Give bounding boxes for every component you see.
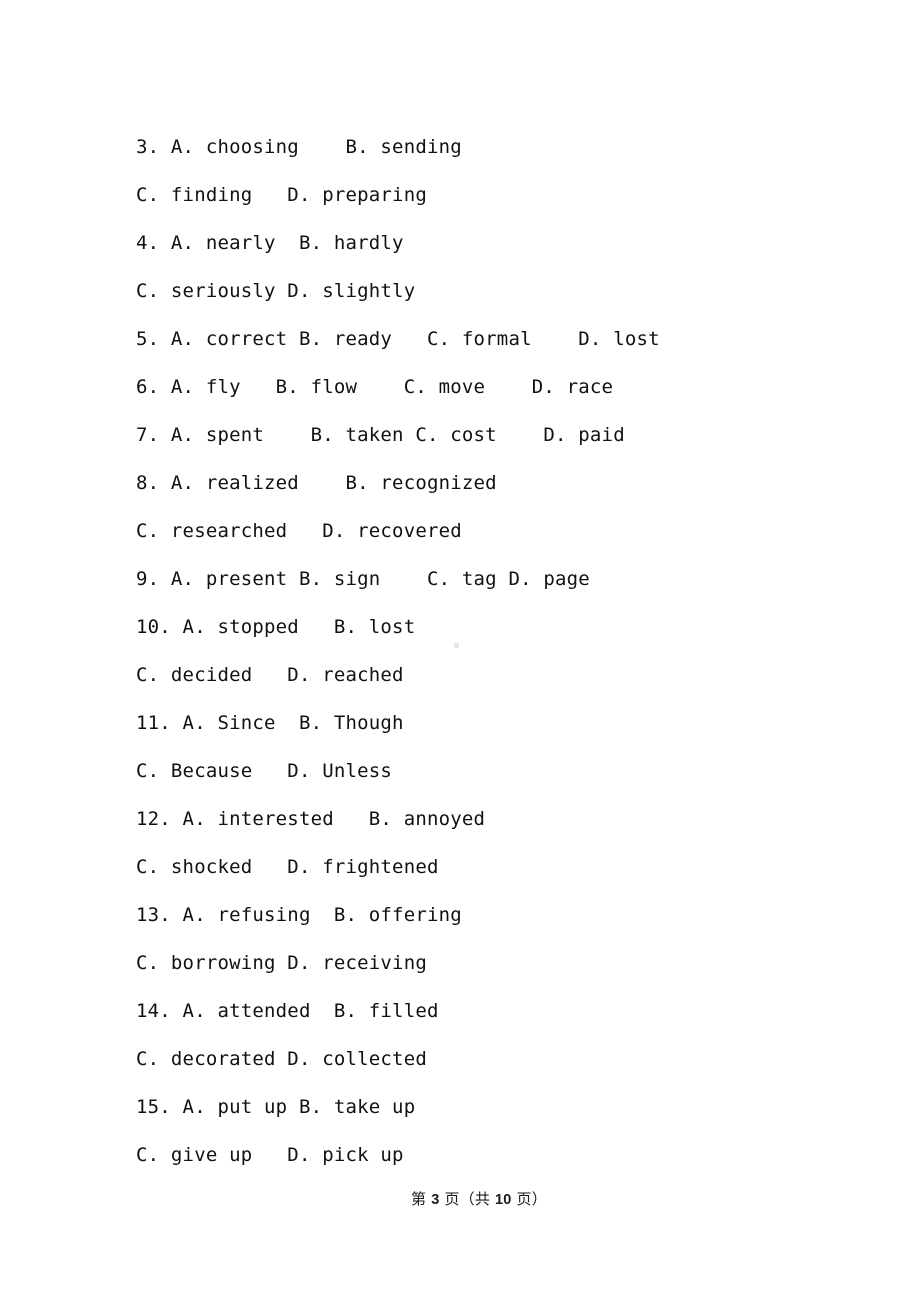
page-footer: 第 3 页（共 10 页）: [0, 1188, 920, 1209]
option-line-text: 6. A. fly B. flow C. move D. race: [136, 376, 614, 398]
footer-middle-text: 页（共: [439, 1190, 496, 1208]
option-line-text: 7. A. spent B. taken C. cost D. paid: [136, 424, 625, 446]
footer-prefix-text: 第: [411, 1190, 432, 1208]
option-line-text: 5. A. correct B. ready C. formal D. lost: [136, 328, 660, 350]
option-line-text: 14. A. attended B. filled: [136, 1000, 439, 1022]
option-line: C. seriously D. slightly: [136, 266, 836, 314]
option-line: 14. A. attended B. filled: [136, 986, 836, 1034]
option-line: C. shocked D. frightened: [136, 842, 836, 890]
option-line-text: 10. A. stopped B. lost: [136, 616, 416, 638]
document-page: 3. A. choosing B. sending C. finding D. …: [0, 0, 920, 1302]
option-line: 6. A. fly B. flow C. move D. race: [136, 362, 836, 410]
option-line-text: C. decorated D. collected: [136, 1048, 427, 1070]
footer-total-pages: 10: [495, 1192, 512, 1208]
scan-speck-artifact: [454, 643, 459, 648]
option-line-text: C. shocked D. frightened: [136, 856, 439, 878]
option-line: 4. A. nearly B. hardly: [136, 218, 836, 266]
option-line-text: C. Because D. Unless: [136, 760, 393, 782]
option-line-text: 9. A. present B. sign C. tag D. page: [136, 568, 590, 590]
option-line: 7. A. spent B. taken C. cost D. paid: [136, 410, 836, 458]
option-line: C. decorated D. collected: [136, 1034, 836, 1082]
option-line-text: C. give up D. pick up: [136, 1144, 404, 1166]
footer-suffix-text: 页）: [511, 1190, 547, 1208]
option-line: 5. A. correct B. ready C. formal D. lost: [136, 314, 836, 362]
option-line: C. borrowing D. receiving: [136, 938, 836, 986]
option-line-text: C. researched D. recovered: [136, 520, 462, 542]
option-line-text: 13. A. refusing B. offering: [136, 904, 462, 926]
option-line-text: 11. A. Since B. Though: [136, 712, 404, 734]
option-line-text: 4. A. nearly B. hardly: [136, 232, 404, 254]
option-line: C. Because D. Unless: [136, 746, 836, 794]
page-number-indicator: 第 3 页（共 10 页）: [411, 1188, 547, 1209]
option-line: 9. A. present B. sign C. tag D. page: [136, 554, 836, 602]
option-line-text: 3. A. choosing B. sending: [136, 136, 462, 158]
option-line-text: 8. A. realized B. recognized: [136, 472, 497, 494]
option-line-text: C. decided D. reached: [136, 664, 404, 686]
option-line-text: C. borrowing D. receiving: [136, 952, 427, 974]
option-line: 15. A. put up B. take up: [136, 1082, 836, 1130]
option-line: C. give up D. pick up: [136, 1130, 836, 1178]
cloze-options-list: 3. A. choosing B. sending C. finding D. …: [136, 122, 836, 1178]
option-line: 8. A. realized B. recognized: [136, 458, 836, 506]
option-line: 3. A. choosing B. sending: [136, 122, 836, 170]
option-line-text: 12. A. interested B. annoyed: [136, 808, 486, 830]
option-line-text: C. finding D. preparing: [136, 184, 427, 206]
option-line-text: C. seriously D. slightly: [136, 280, 416, 302]
option-line: C. researched D. recovered: [136, 506, 836, 554]
option-line-text: 15. A. put up B. take up: [136, 1096, 416, 1118]
option-line: 12. A. interested B. annoyed: [136, 794, 836, 842]
option-line: 13. A. refusing B. offering: [136, 890, 836, 938]
option-line: C. finding D. preparing: [136, 170, 836, 218]
option-line: C. decided D. reached: [136, 650, 836, 698]
option-line: 11. A. Since B. Though: [136, 698, 836, 746]
option-line: 10. A. stopped B. lost: [136, 602, 836, 650]
